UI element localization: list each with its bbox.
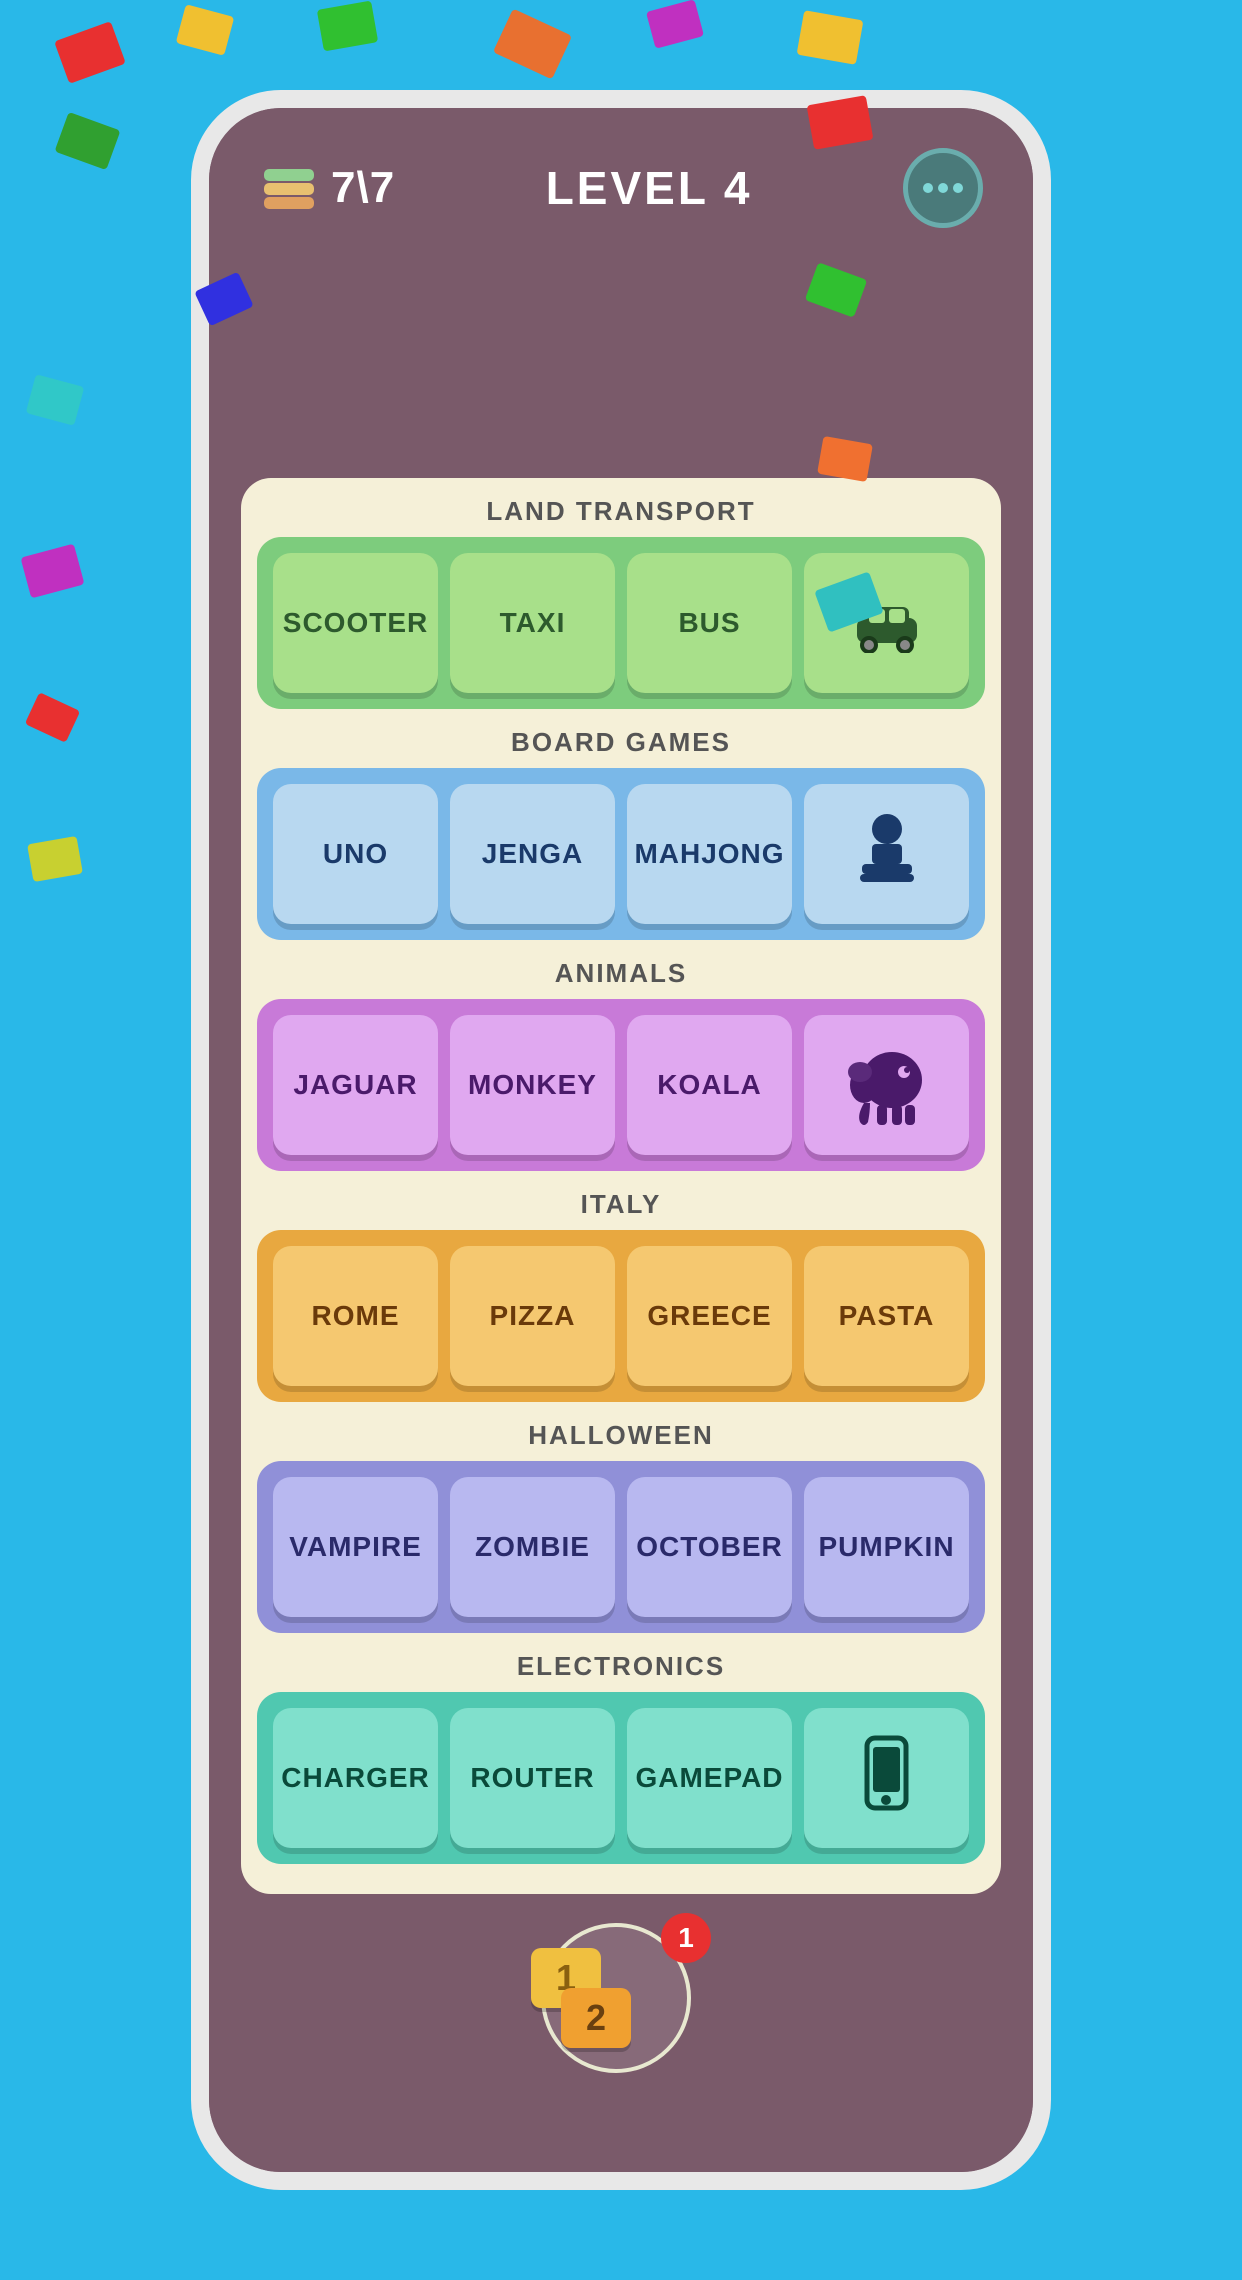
tile-jaguar[interactable]: JAGUAR: [273, 1015, 438, 1155]
tile-rome[interactable]: ROME: [273, 1246, 438, 1386]
tile-phone[interactable]: [804, 1708, 969, 1848]
chess-pawn-icon: [852, 809, 922, 899]
game-board: LAND TRANSPORT SCOOTER TAXI BUS: [241, 478, 1001, 1894]
tile-pumpkin[interactable]: PUMPKIN: [804, 1477, 969, 1617]
board-games-row: UNO JENGA MAHJONG: [257, 768, 985, 940]
tile-jenga[interactable]: JENGA: [450, 784, 615, 924]
car-icon: [847, 593, 927, 653]
bottom-area: 1 2 1: [209, 1894, 1033, 2172]
confetti-piece: [797, 10, 864, 65]
land-transport-row: SCOOTER TAXI BUS: [257, 537, 985, 709]
tile-bus[interactable]: BUS: [627, 553, 792, 693]
tile-gamepad[interactable]: GAMEPAD: [627, 1708, 792, 1848]
level-title: LEVEL 4: [546, 161, 753, 215]
tile-october[interactable]: OCTOBER: [627, 1477, 792, 1617]
tile-monkey[interactable]: MONKEY: [450, 1015, 615, 1155]
confetti-piece: [317, 1, 378, 52]
category-electronics: ELECTRONICS CHARGER ROUTER GAMEPAD: [241, 1633, 1001, 1864]
animals-row: JAGUAR MONKEY KOALA: [257, 999, 985, 1171]
confetti-piece: [646, 0, 704, 49]
confetti-piece: [27, 836, 83, 882]
score-widget[interactable]: 1 2 1: [541, 1923, 701, 2083]
elephant-icon: [842, 1040, 932, 1130]
tile-uno[interactable]: UNO: [273, 784, 438, 924]
confetti-piece: [176, 4, 235, 56]
tile-pasta[interactable]: PASTA: [804, 1246, 969, 1386]
confetti-piece: [493, 9, 572, 80]
confetti-piece: [54, 21, 126, 84]
electronics-row: CHARGER ROUTER GAMEPAD: [257, 1692, 985, 1864]
tile-taxi[interactable]: TAXI: [450, 553, 615, 693]
category-animals: ANIMALS JAGUAR MONKEY KOALA: [241, 940, 1001, 1171]
electronics-label: ELECTRONICS: [257, 1633, 985, 1692]
confetti-piece: [21, 544, 85, 599]
dark-section: [209, 258, 1033, 478]
score-display: 7\7: [331, 163, 395, 213]
tile-charger[interactable]: CHARGER: [273, 1708, 438, 1848]
notification-badge: 1: [661, 1913, 711, 1963]
tile-pizza[interactable]: PIZZA: [450, 1246, 615, 1386]
confetti-piece: [54, 112, 120, 170]
category-italy: ITALY ROME PIZZA GREECE PASTA: [241, 1171, 1001, 1402]
confetti-piece: [26, 374, 85, 426]
halloween-label: HALLOWEEN: [257, 1402, 985, 1461]
score-tile-2: 2: [561, 1988, 631, 2048]
tile-car[interactable]: [804, 553, 969, 693]
dots-icon: [921, 181, 965, 195]
tile-koala[interactable]: KOALA: [627, 1015, 792, 1155]
phone-shell: 7\7 LEVEL 4 LAND TRANSPORT SCOOTER TAXI: [191, 90, 1051, 2190]
tile-mahjong[interactable]: MAHJONG: [627, 784, 792, 924]
tile-router[interactable]: ROUTER: [450, 1708, 615, 1848]
score-badge: 7\7: [259, 161, 395, 215]
category-halloween: HALLOWEEN VAMPIRE ZOMBIE OCTOBER PUMPKIN: [241, 1402, 1001, 1633]
layers-icon: [259, 161, 319, 215]
italy-row: ROME PIZZA GREECE PASTA: [257, 1230, 985, 1402]
tile-greece[interactable]: GREECE: [627, 1246, 792, 1386]
game-header: 7\7 LEVEL 4: [209, 108, 1033, 258]
halloween-row: VAMPIRE ZOMBIE OCTOBER PUMPKIN: [257, 1461, 985, 1633]
category-board-games: BOARD GAMES UNO JENGA MAHJONG: [241, 709, 1001, 940]
animals-label: ANIMALS: [257, 940, 985, 999]
category-land-transport: LAND TRANSPORT SCOOTER TAXI BUS: [241, 478, 1001, 709]
tile-elephant[interactable]: [804, 1015, 969, 1155]
tile-vampire[interactable]: VAMPIRE: [273, 1477, 438, 1617]
land-transport-label: LAND TRANSPORT: [257, 478, 985, 537]
board-games-label: BOARD GAMES: [257, 709, 985, 768]
confetti-piece: [25, 692, 81, 743]
tile-zombie[interactable]: ZOMBIE: [450, 1477, 615, 1617]
tile-chess[interactable]: [804, 784, 969, 924]
phone-icon: [859, 1733, 914, 1823]
italy-label: ITALY: [257, 1171, 985, 1230]
tile-scooter[interactable]: SCOOTER: [273, 553, 438, 693]
menu-button[interactable]: [903, 148, 983, 228]
